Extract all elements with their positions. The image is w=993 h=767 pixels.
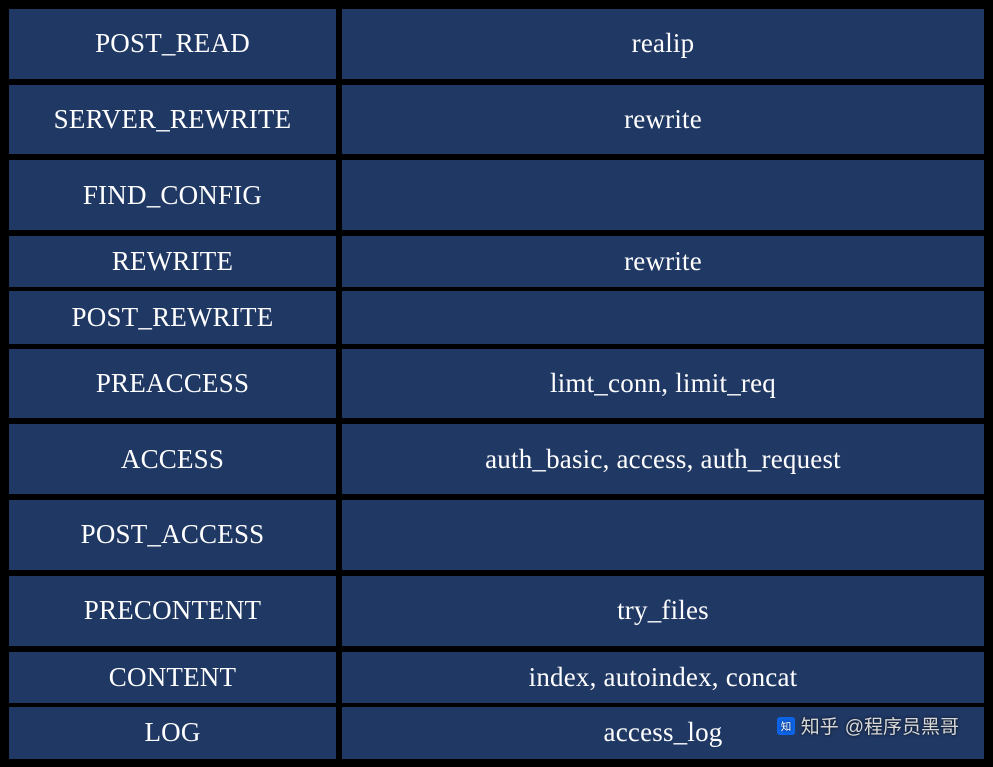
- table-row: LOG access_log: [6, 705, 987, 761]
- module-cell: index, autoindex, concat: [339, 649, 987, 705]
- phase-cell: ACCESS: [6, 421, 339, 497]
- phase-cell: POST_REWRITE: [6, 289, 339, 345]
- phase-module-table: POST_READ realip SERVER_REWRITE rewrite …: [0, 0, 993, 767]
- table-row: POST_READ realip: [6, 6, 987, 82]
- module-cell: [339, 289, 987, 345]
- phase-cell: POST_ACCESS: [6, 497, 339, 573]
- module-cell: access_log: [339, 705, 987, 761]
- module-cell: realip: [339, 6, 987, 82]
- module-cell: [339, 157, 987, 233]
- table-row: POST_ACCESS: [6, 497, 987, 573]
- table-row: PRECONTENT try_files: [6, 573, 987, 649]
- table-row: PREACCESS limt_conn, limit_req: [6, 346, 987, 422]
- table-row: ACCESS auth_basic, access, auth_request: [6, 421, 987, 497]
- module-cell: rewrite: [339, 233, 987, 289]
- table-row: FIND_CONFIG: [6, 157, 987, 233]
- table-row: SERVER_REWRITE rewrite: [6, 82, 987, 158]
- table-row: CONTENT index, autoindex, concat: [6, 649, 987, 705]
- module-cell: rewrite: [339, 82, 987, 158]
- phase-cell: LOG: [6, 705, 339, 761]
- module-cell: [339, 497, 987, 573]
- table-row: REWRITE rewrite: [6, 233, 987, 289]
- module-cell: try_files: [339, 573, 987, 649]
- phase-cell: REWRITE: [6, 233, 339, 289]
- table-row: POST_REWRITE: [6, 289, 987, 345]
- phase-cell: SERVER_REWRITE: [6, 82, 339, 158]
- phase-cell: POST_READ: [6, 6, 339, 82]
- phase-cell: FIND_CONFIG: [6, 157, 339, 233]
- module-cell: auth_basic, access, auth_request: [339, 421, 987, 497]
- module-cell: limt_conn, limit_req: [339, 346, 987, 422]
- phase-cell: CONTENT: [6, 649, 339, 705]
- phase-cell: PREACCESS: [6, 346, 339, 422]
- phase-cell: PRECONTENT: [6, 573, 339, 649]
